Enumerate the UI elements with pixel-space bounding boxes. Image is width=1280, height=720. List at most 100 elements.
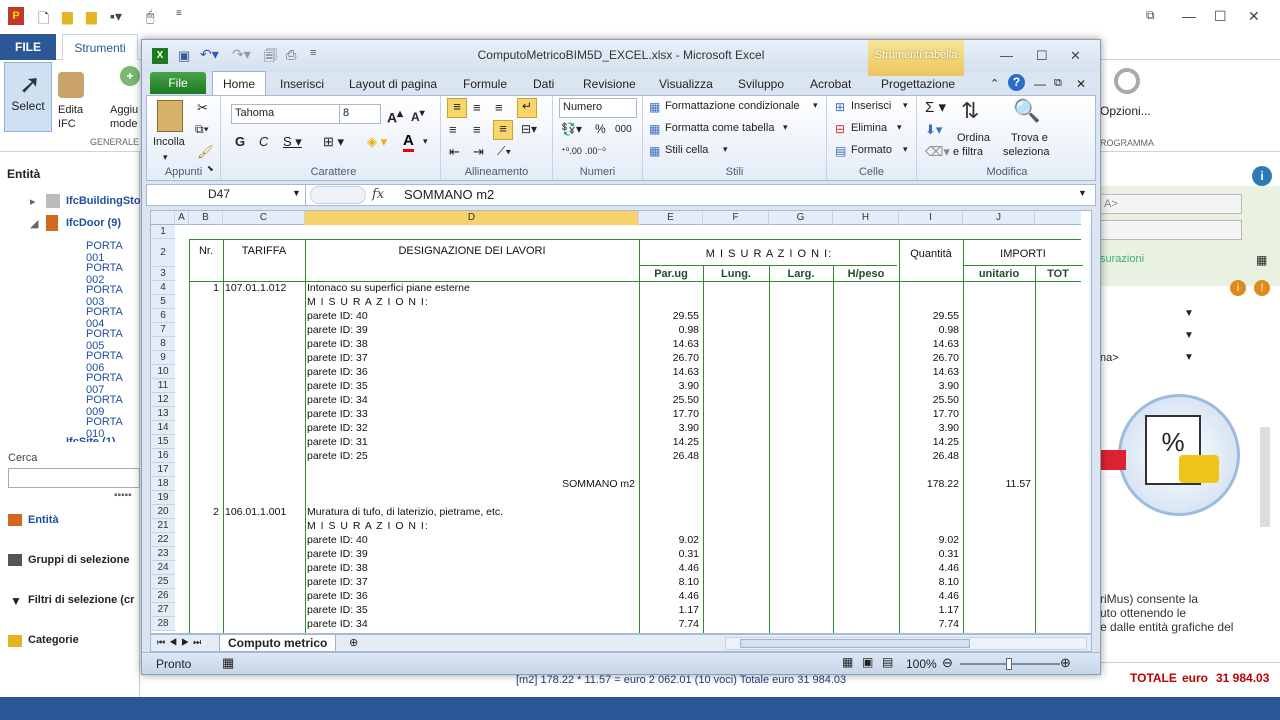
restore-panel-icon[interactable]: ⧉ (1146, 8, 1155, 23)
aggiungi-label[interactable]: Aggiu (110, 104, 138, 116)
orientation-icon[interactable]: ⟋▾ (497, 144, 511, 159)
cell-parug[interactable]: 9.02 (639, 533, 701, 547)
right-select-2[interactable] (1100, 220, 1242, 240)
row-header[interactable]: 25 (151, 575, 175, 589)
fill-color-icon[interactable]: ◈ ▾ (367, 134, 387, 150)
cell-tariffa[interactable] (225, 449, 303, 463)
cell-designazione[interactable]: parete ID: 40 (307, 309, 637, 323)
cell-tariffa[interactable] (225, 421, 303, 435)
cell-parug[interactable]: 26.70 (639, 351, 701, 365)
row-header[interactable]: 21 (151, 519, 175, 533)
cell-quantita[interactable]: 26.48 (899, 449, 961, 463)
row-header[interactable]: 6 (151, 309, 175, 323)
cell-quantita[interactable]: 9.02 (899, 533, 961, 547)
select-all-corner[interactable] (151, 211, 175, 225)
clear-icon[interactable]: ⌫▾ (925, 144, 950, 160)
cell-designazione[interactable] (307, 463, 637, 477)
row-header[interactable]: 27 (151, 603, 175, 617)
cell-nr[interactable] (189, 393, 221, 407)
page-break-view-icon[interactable]: ▤ (882, 655, 893, 669)
row-header[interactable]: 24 (151, 561, 175, 575)
cell-designazione[interactable]: Muratura di tufo, di laterizio, pietrame… (307, 505, 637, 519)
cell-tariffa[interactable] (225, 463, 303, 477)
grow-font-icon[interactable]: A▴ (387, 106, 403, 126)
horizontal-scrollbar[interactable] (725, 637, 1087, 650)
cell-unitario[interactable] (963, 491, 1033, 505)
increase-indent-icon[interactable]: ⇥ (473, 144, 484, 160)
cell-designazione[interactable]: parete ID: 37 (307, 351, 637, 365)
row-header[interactable]: 3 (151, 267, 175, 281)
cell-designazione[interactable]: parete ID: 35 (307, 603, 637, 617)
conditional-format-button[interactable]: Formattazione condizionale (665, 100, 800, 112)
cell-nr[interactable] (189, 351, 221, 365)
cell-nr[interactable] (189, 379, 221, 393)
cell-unitario[interactable] (963, 561, 1033, 575)
column-header[interactable] (1035, 211, 1081, 225)
cell-designazione[interactable]: parete ID: 38 (307, 561, 637, 575)
cell-tariffa[interactable] (225, 603, 303, 617)
cell-tariffa[interactable] (225, 491, 303, 505)
cell-tariffa[interactable] (225, 589, 303, 603)
cell-quantita[interactable]: 26.70 (899, 351, 961, 365)
thousands-icon[interactable]: 000 (615, 124, 632, 135)
row-header[interactable]: 20 (151, 505, 175, 519)
cell-nr[interactable] (189, 407, 221, 421)
cell-unitario[interactable] (963, 295, 1033, 309)
cell-designazione[interactable]: parete ID: 39 (307, 547, 637, 561)
align-top-icon[interactable]: ≡ (447, 98, 467, 118)
row-header[interactable]: 12 (151, 393, 175, 407)
cell-parug[interactable]: 14.25 (639, 435, 701, 449)
column-header[interactable]: I (899, 211, 963, 225)
cell-designazione[interactable]: parete ID: 40 (307, 533, 637, 547)
cell-designazione[interactable]: Intonaco su superfici piane esterne (307, 281, 637, 295)
cell-parug[interactable] (639, 463, 701, 477)
decrease-decimal-icon[interactable]: .00⁻⁰ (585, 146, 606, 157)
right-select-3[interactable]: na> (1100, 352, 1119, 364)
column-header[interactable]: A (175, 211, 189, 225)
row-header[interactable]: 14 (151, 421, 175, 435)
search-input[interactable] (8, 468, 140, 488)
cell-tariffa[interactable] (225, 617, 303, 631)
edita-label[interactable]: Edita (58, 104, 83, 116)
align-right-icon[interactable]: ≡ (493, 120, 513, 140)
row-header[interactable]: 2 (151, 239, 175, 267)
row-header[interactable]: 28 (151, 617, 175, 631)
cell-quantita[interactable] (899, 491, 961, 505)
cell-parug[interactable]: 7.74 (639, 617, 701, 631)
cell-unitario[interactable] (963, 547, 1033, 561)
maximize-icon[interactable]: ☐ (1036, 48, 1048, 64)
cell-designazione[interactable]: parete ID: 34 (307, 393, 637, 407)
tab-acrobat[interactable]: Acrobat (810, 77, 851, 91)
zoom-out-icon[interactable]: ⊖ (942, 655, 953, 671)
tab-sviluppo[interactable]: Sviluppo (738, 77, 784, 91)
cell-nr[interactable] (189, 491, 221, 505)
underline-button[interactable]: S ▾ (283, 134, 302, 150)
cell-quantita[interactable] (899, 295, 961, 309)
row-header[interactable]: 26 (151, 589, 175, 603)
cell-unitario[interactable] (963, 365, 1033, 379)
align-middle-icon[interactable]: ≡ (473, 100, 481, 115)
cell-nr[interactable] (189, 519, 221, 533)
cell-unitario[interactable] (963, 603, 1033, 617)
minimize-icon[interactable]: — (1000, 48, 1013, 63)
cell-parug[interactable]: 0.31 (639, 547, 701, 561)
insert-cells-button[interactable]: Inserisci (851, 100, 891, 112)
row-header[interactable]: 8 (151, 337, 175, 351)
cell-nr[interactable]: 2 (189, 505, 221, 519)
tab-formule[interactable]: Formule (463, 77, 507, 91)
cell-unitario[interactable]: 11.57 (963, 477, 1033, 491)
tree-item-porta[interactable]: PORTA 003 (86, 284, 139, 308)
tree-item-porta[interactable]: PORTA 002 (86, 262, 139, 286)
delete-cells-button[interactable]: Elimina (851, 122, 887, 134)
right-scrollbar[interactable] (1260, 427, 1270, 527)
tab-visualizza[interactable]: Visualizza (659, 77, 713, 91)
row-header[interactable]: 5 (151, 295, 175, 309)
tab-progettazione[interactable]: Progettazione (881, 77, 955, 91)
cell-parug[interactable]: 3.90 (639, 421, 701, 435)
zoom-in-icon[interactable]: ⊕ (1060, 655, 1071, 671)
dropdown-arrow-icon[interactable]: ▾ (903, 100, 908, 111)
dropdown-arrow-icon[interactable]: ▾ (903, 144, 908, 155)
column-header[interactable]: F (703, 211, 769, 225)
cell-parug[interactable]: 14.63 (639, 365, 701, 379)
cell-unitario[interactable] (963, 379, 1033, 393)
